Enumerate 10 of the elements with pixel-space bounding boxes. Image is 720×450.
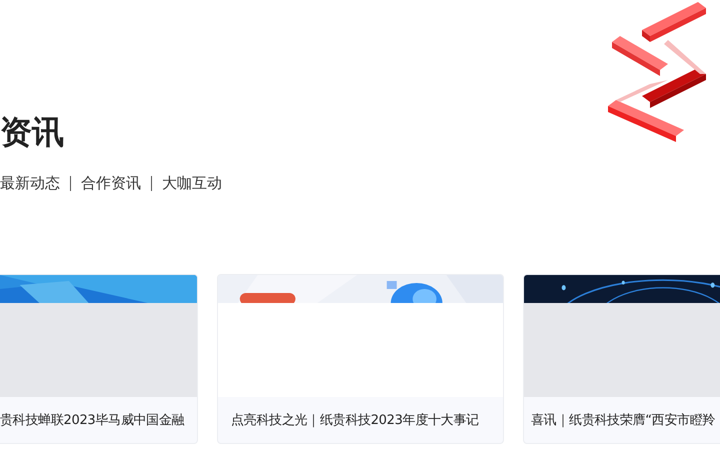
news-title: 喜讯｜纸贵科技荣膺“西安市瞪羚 — [530, 412, 716, 429]
category-tab[interactable]: 合作资讯 — [71, 174, 151, 192]
category-tab[interactable]: 大咖互动 — [152, 174, 232, 192]
section-title: 资讯 — [0, 112, 65, 153]
category-tab[interactable]: 最新动态 — [0, 174, 70, 192]
news-card[interactable]: 点亮科技之光｜纸贵科技2023年度十大事记 — [217, 274, 504, 444]
news-card[interactable]: 喜讯｜纸贵科技荣膺“西安市瞪羚 — [523, 274, 720, 444]
news-title: 点亮科技之光｜纸贵科技2023年度十大事记 — [230, 412, 480, 429]
news-title: 贵科技蝉联2023毕马威中国金融 — [0, 412, 186, 429]
news-card[interactable]: 贵科技蝉联2023毕马威中国金融 — [0, 274, 198, 444]
